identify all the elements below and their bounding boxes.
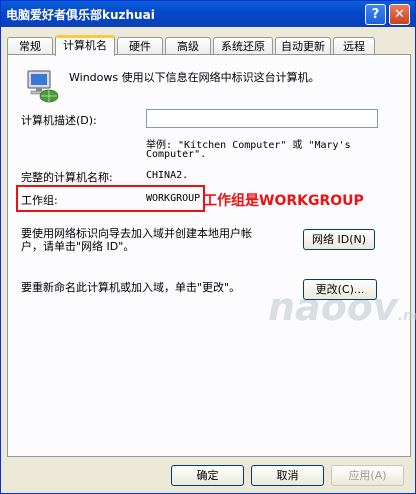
example-text-line2: Computer". bbox=[146, 149, 207, 160]
change-button[interactable]: 更改(C)... bbox=[303, 279, 377, 300]
intro-text: Windows 使用以下信息在网络中标识这台计算机。 bbox=[69, 71, 320, 84]
title-bar[interactable]: 电脑爱好者俱乐部kuzhuai ? ✕ bbox=[1, 1, 415, 27]
window-title: 电脑爱好者俱乐部kuzhuai bbox=[6, 8, 155, 22]
change-text: 要重新命名此计算机或加入域，单击"更改"。 bbox=[21, 281, 241, 294]
network-id-text-line2: 户，请单击"网络 ID"。 bbox=[21, 240, 135, 253]
tab-general[interactable]: 常规 bbox=[7, 37, 53, 55]
apply-button[interactable]: 应用(A) bbox=[331, 465, 404, 486]
cancel-button[interactable]: 取消 bbox=[251, 465, 324, 486]
tab-hardware[interactable]: 硬件 bbox=[117, 37, 163, 55]
tab-strip: 常规 计算机名 硬件 高级 系统还原 自动更新 远程 bbox=[7, 35, 411, 56]
system-properties-window: 电脑爱好者俱乐部kuzhuai ? ✕ 常规 计算机名 硬件 高级 系统还原 自… bbox=[0, 0, 416, 494]
computer-network-icon bbox=[27, 70, 59, 103]
tab-remote[interactable]: 远程 bbox=[333, 37, 375, 55]
tab-computer-name[interactable]: 计算机名 bbox=[55, 35, 115, 56]
workgroup-label: 工作组: bbox=[21, 194, 58, 207]
tab-advanced[interactable]: 高级 bbox=[165, 37, 211, 55]
description-label: 计算机描述(D): bbox=[21, 114, 97, 127]
tab-system-restore[interactable]: 系统还原 bbox=[213, 37, 273, 55]
workgroup-annotation: 工作组是WORKGROUP bbox=[203, 193, 364, 209]
help-button[interactable]: ? bbox=[365, 4, 386, 25]
close-button[interactable]: ✕ bbox=[389, 4, 410, 25]
tab-automatic-updates[interactable]: 自动更新 bbox=[275, 37, 331, 55]
network-id-button[interactable]: 网络 ID(N) bbox=[303, 229, 375, 250]
workgroup-value: WORKGROUP bbox=[146, 193, 201, 204]
full-name-value: CHINA2. bbox=[146, 170, 189, 181]
computer-name-panel: Windows 使用以下信息在网络中标识这台计算机。 计算机描述(D): 举例:… bbox=[7, 54, 416, 457]
full-name-label: 完整的计算机名称: bbox=[21, 171, 113, 184]
computer-description-input[interactable] bbox=[146, 109, 378, 128]
ok-button[interactable]: 确定 bbox=[171, 465, 244, 486]
